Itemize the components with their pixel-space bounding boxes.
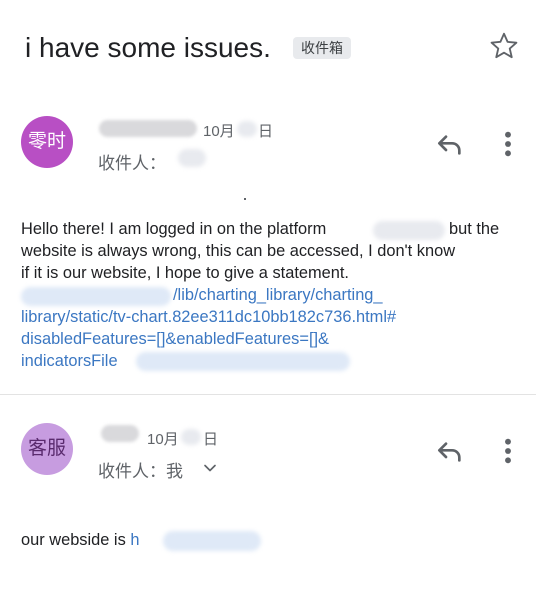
reply-icon[interactable]: [434, 435, 466, 467]
body-line: if it is our website, I hope to give a s…: [21, 264, 349, 282]
platform-url-redacted: [373, 221, 445, 240]
recipient-label[interactable]: 收件人：我: [98, 457, 183, 482]
separator-dot: [244, 198, 246, 200]
email-subject: i have some issues.: [25, 32, 271, 63]
recipient-redacted: [178, 149, 206, 167]
link-domain-redacted[interactable]: [21, 287, 171, 306]
sender-name-redacted[interactable]: [99, 120, 197, 137]
more-vert-icon[interactable]: [492, 128, 524, 160]
website-link-redacted[interactable]: [163, 531, 261, 551]
body-line: website is always wrong, this can be acc…: [21, 242, 456, 260]
message-date-suffix: 日: [258, 123, 274, 140]
body-line-continued: but the: [449, 218, 499, 240]
message-date-prefix: 10月: [203, 123, 235, 140]
body-text: our webside is: [21, 531, 131, 549]
inbox-label-chip[interactable]: 收件箱: [293, 37, 351, 59]
link-tail-redacted[interactable]: [136, 352, 350, 371]
body-line: but the: [449, 220, 500, 238]
website-link[interactable]: h: [130, 531, 139, 549]
sender-avatar[interactable]: 零时: [21, 116, 73, 168]
email-thread-view: i have some issues. 收件箱 零时 10月 日 收件人： He…: [0, 0, 536, 599]
message-body: our webside is h: [21, 529, 139, 551]
date-day-redacted: [181, 429, 201, 445]
chart-link-line[interactable]: indicatorsFile: [21, 350, 118, 372]
reply-icon[interactable]: [434, 128, 466, 160]
message-body: Hello there! I am logged in on the platf…: [21, 218, 326, 240]
more-vert-icon[interactable]: [492, 435, 524, 467]
star-icon[interactable]: [488, 30, 520, 62]
chevron-down-icon[interactable]: [200, 458, 220, 478]
body-line: Hello there! I am logged in on the platf…: [21, 220, 327, 238]
date-day-redacted: [237, 121, 257, 137]
recipient-label[interactable]: 收件人：: [98, 149, 166, 174]
sender-avatar[interactable]: 客服: [21, 423, 73, 475]
sender-name-redacted[interactable]: [101, 425, 139, 442]
chart-link-line[interactable]: /lib/charting_library/charting_: [173, 284, 383, 306]
chart-link-line[interactable]: disabledFeatures=[]&enabledFeatures=[]&: [21, 328, 329, 350]
message-date-prefix: 10月: [147, 431, 179, 448]
chart-link-line[interactable]: library/static/tv-chart.82ee311dc10bb182…: [21, 306, 396, 328]
message-date-suffix: 日: [203, 431, 219, 448]
message-divider: [0, 394, 536, 395]
